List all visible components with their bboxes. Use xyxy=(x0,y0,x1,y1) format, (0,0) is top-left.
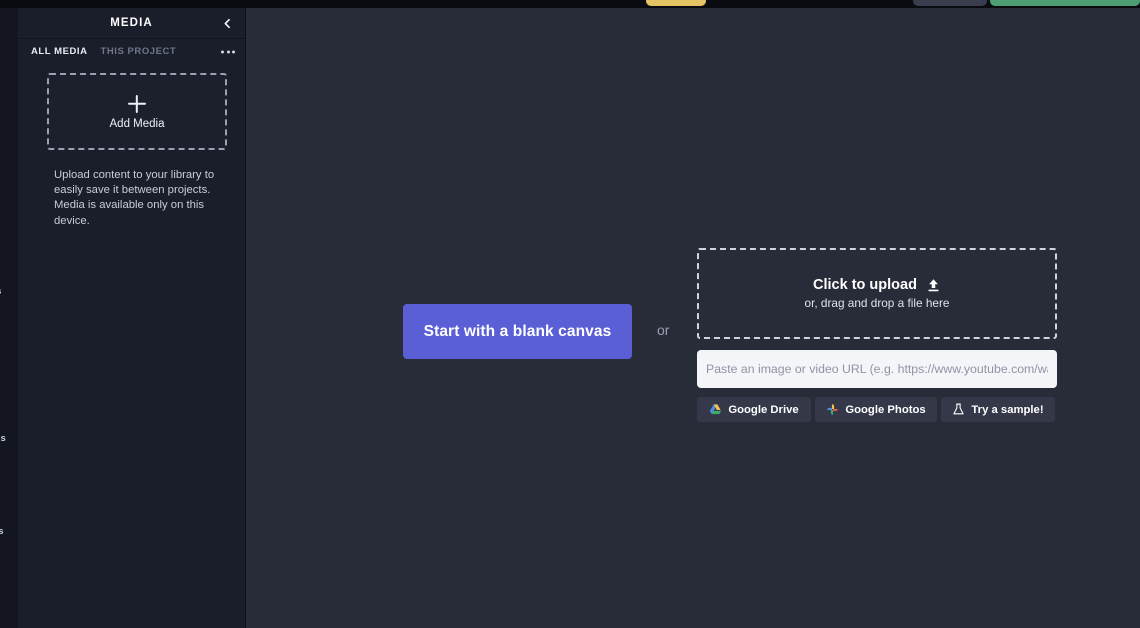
media-panel-note: Upload content to your library to easily… xyxy=(54,169,215,227)
sidebar-item-images[interactable]: Images xyxy=(0,223,18,251)
chevron-left-icon[interactable] xyxy=(217,13,237,33)
sidebar-item-transitions[interactable]: Transitions xyxy=(0,416,18,444)
plus-icon xyxy=(126,93,148,115)
dropzone-headline: Click to upload xyxy=(813,277,917,293)
sidebar-item-media[interactable]: Media xyxy=(0,30,18,58)
try-sample-label: Try a sample! xyxy=(971,403,1044,416)
dropzone-subtext: or, drag and drop a file here xyxy=(804,296,950,310)
left-sidebar-rail: Media Layers Text Vi xyxy=(0,8,18,628)
flask-icon xyxy=(952,403,965,416)
sidebar-item-text[interactable]: Text xyxy=(0,123,18,151)
sidebar-item-label: Transitions xyxy=(0,433,6,444)
google-drive-icon xyxy=(709,403,722,416)
upload-arrow-icon xyxy=(926,278,941,293)
sidebar-item-templates[interactable]: Templates xyxy=(0,509,18,537)
sidebar-item-shapes[interactable]: Shapes xyxy=(0,369,18,397)
secondary-button[interactable] xyxy=(913,0,987,6)
add-media-button[interactable]: Add Media xyxy=(47,73,227,150)
or-separator: or xyxy=(657,322,670,338)
sidebar-item-layers[interactable]: Layers xyxy=(0,76,18,104)
empty-state: Start with a blank canvas or Click to up… xyxy=(246,8,1140,628)
export-button[interactable] xyxy=(990,0,1140,6)
sidebar-item-label: Templates xyxy=(0,526,4,537)
tab-all-media[interactable]: ALL MEDIA xyxy=(31,46,88,57)
media-panel-header: MEDIA xyxy=(18,8,245,38)
sidebar-item-elements[interactable]: Elements xyxy=(0,269,18,297)
google-photos-button[interactable]: Google Photos xyxy=(815,397,937,422)
source-buttons-row: Google Drive Google Photos Try a sample! xyxy=(697,397,1057,422)
panel-title: MEDIA xyxy=(110,17,153,29)
upgrade-button[interactable] xyxy=(646,0,706,6)
google-photos-label: Google Photos xyxy=(845,403,926,416)
google-drive-label: Google Drive xyxy=(728,403,799,416)
upload-column: Click to upload or, drag and drop a file… xyxy=(697,248,1057,422)
kebab-menu-icon[interactable] xyxy=(221,50,235,53)
sidebar-item-record[interactable]: Record xyxy=(0,463,18,491)
upload-dropzone[interactable]: Click to upload or, drag and drop a file… xyxy=(697,248,1057,339)
sidebar-item-label: Elements xyxy=(0,286,2,297)
google-photos-icon xyxy=(826,403,839,416)
add-media-label: Add Media xyxy=(109,118,165,130)
sidebar-item-audio[interactable]: Audio xyxy=(0,316,18,344)
try-sample-button[interactable]: Try a sample! xyxy=(941,397,1055,422)
top-toolbar xyxy=(0,0,1140,8)
dropzone-headline-row: Click to upload xyxy=(813,277,941,293)
media-panel-tabs: ALL MEDIA THIS PROJECT xyxy=(18,38,245,64)
tab-this-project[interactable]: THIS PROJECT xyxy=(101,46,177,57)
app-root: Media Layers Text Vi xyxy=(0,0,1140,628)
google-drive-button[interactable]: Google Drive xyxy=(697,397,811,422)
media-panel: MEDIA ALL MEDIA THIS PROJECT Add Media U… xyxy=(18,8,246,628)
media-url-input[interactable] xyxy=(697,350,1057,388)
sidebar-item-videos[interactable]: Videos xyxy=(0,170,18,198)
main-canvas-area: Start with a blank canvas or Click to up… xyxy=(246,8,1140,628)
start-blank-canvas-button[interactable]: Start with a blank canvas xyxy=(403,304,632,359)
